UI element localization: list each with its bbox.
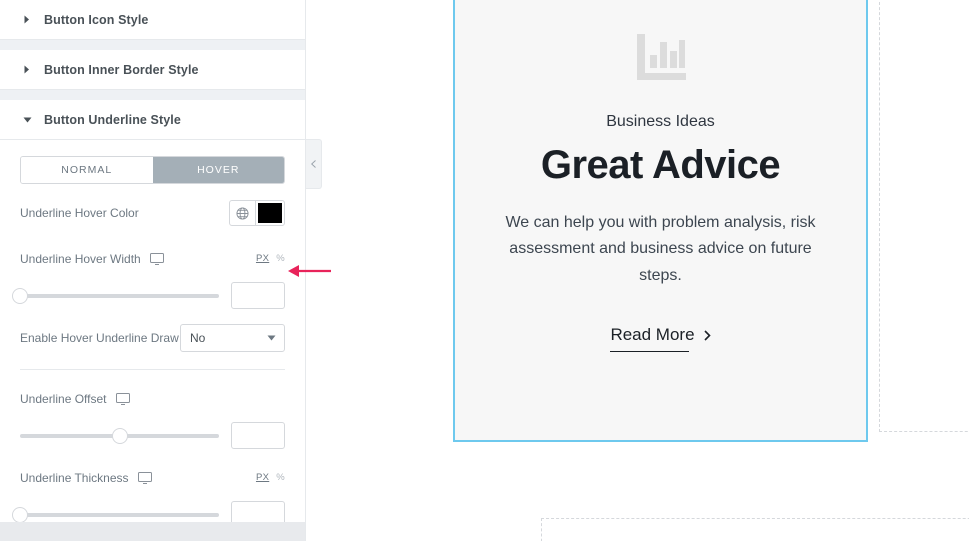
control-underline-offset: Underline Offset — [20, 382, 285, 416]
control-underline-hover-width: Underline Hover Width PX % — [20, 242, 285, 276]
state-tabs: NORMAL HOVER — [20, 156, 285, 184]
color-picker[interactable] — [229, 200, 285, 226]
chevron-left-icon — [310, 155, 316, 173]
slider-handle[interactable] — [12, 506, 28, 523]
settings-sidebar: Button Icon Style Button Inner Border St… — [0, 0, 306, 541]
chevron-down-icon — [267, 335, 276, 341]
section-button-inner-border-style[interactable]: Button Inner Border Style — [0, 50, 305, 90]
widget-preview-card[interactable]: Business Ideas Great Advice We can help … — [453, 0, 868, 442]
control-label: Underline Offset — [20, 392, 107, 406]
slider-handle[interactable] — [12, 287, 28, 304]
section-divider — [0, 90, 305, 100]
section-divider — [0, 40, 305, 50]
sidebar-footer — [0, 522, 305, 541]
control-underline-thickness: Underline Thickness PX % — [20, 461, 285, 495]
control-underline-hover-color: Underline Hover Color — [20, 196, 285, 230]
slider-underline-hover-width[interactable] — [12, 287, 219, 304]
select-value: No — [190, 331, 206, 345]
slider-row-hover-width — [12, 282, 285, 309]
unit-switcher-thickness: PX % — [256, 472, 285, 483]
card-body-text: We can help you with problem analysis, r… — [505, 214, 816, 284]
monitor-icon[interactable] — [115, 393, 130, 405]
preview-canvas: Business Ideas Great Advice We can help … — [306, 0, 969, 541]
underline-style-panel: NORMAL HOVER Underline Hover Color Under… — [0, 156, 305, 541]
section-title: Button Underline Style — [44, 112, 181, 127]
slider-handle[interactable] — [111, 427, 128, 444]
slider-row-underline-offset — [20, 422, 285, 449]
underline-hover-width-input[interactable] — [231, 282, 285, 309]
underline-offset-input[interactable] — [231, 422, 285, 449]
section-button-underline-style[interactable]: Button Underline Style — [0, 100, 305, 140]
control-label: Underline Hover Color — [20, 206, 139, 220]
card-subtitle: Business Ideas — [606, 113, 715, 130]
unit-switcher-width: PX % — [256, 253, 285, 264]
placeholder-column-right — [879, 0, 969, 432]
color-swatch[interactable] — [258, 203, 282, 223]
chevron-right-icon — [22, 15, 32, 25]
control-label: Enable Hover Underline Draw — [20, 331, 179, 345]
unit-px[interactable]: PX — [256, 253, 269, 264]
control-divider — [20, 369, 285, 370]
control-enable-hover-underline-draw: Enable Hover Underline Draw No — [20, 321, 285, 355]
unit-px[interactable]: PX — [256, 472, 269, 483]
tab-normal[interactable]: NORMAL — [21, 157, 153, 183]
slider-track — [20, 293, 219, 298]
chevron-right-icon — [703, 330, 711, 341]
chevron-down-icon — [22, 115, 32, 125]
enable-hover-underline-draw-select[interactable]: No — [180, 324, 285, 352]
button-underline — [610, 350, 689, 353]
control-label: Underline Hover Width — [20, 252, 141, 266]
monitor-icon[interactable] — [149, 253, 164, 265]
tab-hover[interactable]: HOVER — [152, 157, 284, 183]
read-more-button[interactable]: Read More — [610, 325, 711, 353]
unit-percent[interactable]: % — [276, 472, 285, 483]
bar-chart-icon — [634, 32, 688, 87]
globe-icon[interactable] — [230, 201, 256, 225]
chevron-right-icon — [22, 65, 32, 75]
slider-underline-offset[interactable] — [20, 427, 219, 444]
placeholder-section-bottom — [541, 518, 969, 541]
section-button-icon-style[interactable]: Button Icon Style — [0, 0, 305, 40]
control-label: Underline Thickness — [20, 471, 129, 485]
panel-collapse-handle[interactable] — [306, 139, 322, 189]
section-title: Button Icon Style — [44, 12, 149, 27]
read-more-label: Read More — [610, 325, 695, 345]
card-title: Great Advice — [540, 143, 781, 187]
slider-track — [20, 512, 219, 517]
page-builder-screen: Button Icon Style Button Inner Border St… — [0, 0, 969, 541]
slider-underline-thickness[interactable] — [12, 506, 219, 523]
unit-percent[interactable]: % — [276, 253, 285, 264]
section-title: Button Inner Border Style — [44, 62, 199, 77]
monitor-icon[interactable] — [137, 472, 152, 484]
